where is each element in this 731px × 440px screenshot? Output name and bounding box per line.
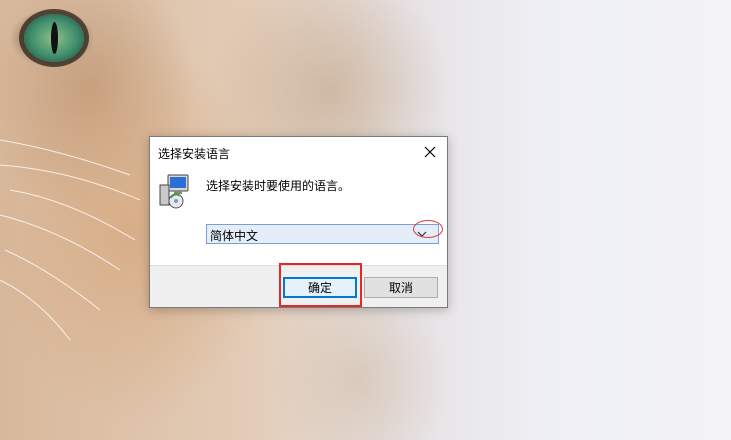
dialog-titlebar: 选择安装语言	[150, 137, 447, 167]
language-select[interactable]: 简体中文	[206, 224, 439, 244]
close-button[interactable]	[413, 137, 447, 167]
installer-icon	[159, 174, 189, 209]
language-dialog: 选择安装语言 选择安装时要使用的语言。 简体中文 确定 取消	[149, 136, 448, 308]
ok-button[interactable]: 确定	[283, 277, 357, 298]
dialog-content: 选择安装时要使用的语言。 简体中文	[150, 167, 447, 265]
chevron-down-icon[interactable]	[410, 226, 434, 242]
language-select-value: 简体中文	[210, 229, 259, 243]
prompt-text: 选择安装时要使用的语言。	[206, 179, 351, 193]
close-icon	[424, 146, 436, 158]
cancel-button[interactable]: 取消	[364, 277, 438, 298]
dialog-title: 选择安装语言	[158, 147, 231, 161]
button-separator	[150, 265, 447, 266]
